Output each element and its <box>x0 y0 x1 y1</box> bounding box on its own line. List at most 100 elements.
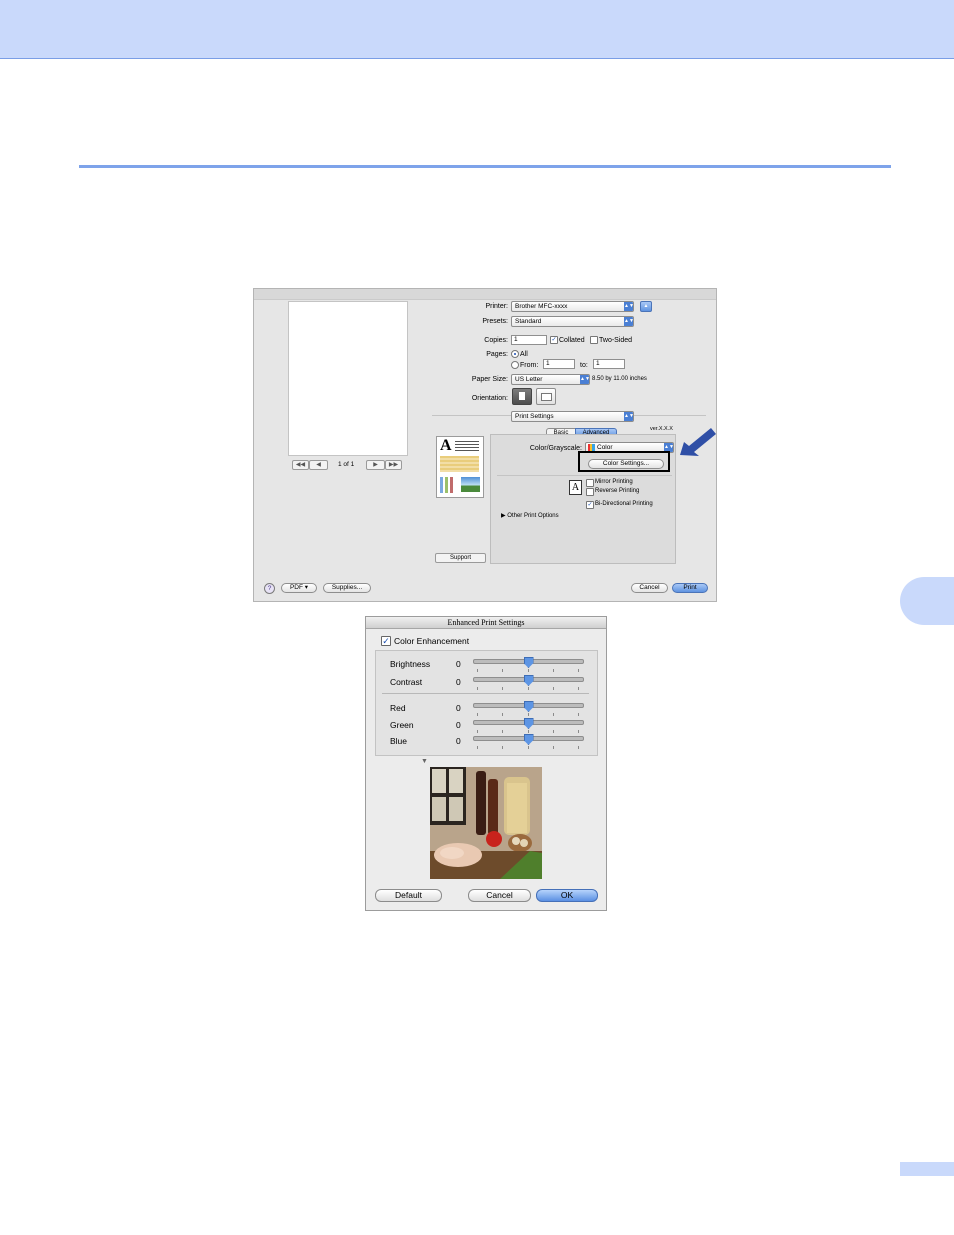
orientation-label: Orientation: <box>471 395 508 402</box>
supplies-button[interactable]: Supplies... <box>323 583 371 593</box>
copies-field[interactable]: 1 <box>511 335 547 345</box>
slider-tick <box>477 669 478 672</box>
portrait-page-icon <box>519 392 525 400</box>
presets-value: Standard <box>515 318 542 325</box>
portrait-orientation-button[interactable] <box>512 388 532 405</box>
slider-tick <box>477 746 478 749</box>
document-thumbnail: A <box>436 436 484 498</box>
slider-tick <box>527 713 529 716</box>
collated-label: Collated <box>559 337 585 344</box>
pages-all-radio[interactable] <box>511 350 519 358</box>
slider-value: 0 <box>456 736 461 746</box>
landscape-page-icon <box>541 393 552 401</box>
slider-tick <box>502 746 504 749</box>
default-button[interactable]: Default <box>375 889 442 902</box>
slider-tick <box>477 730 478 733</box>
cancel-button[interactable]: Cancel <box>468 889 531 902</box>
color-enhancement-checkbox[interactable]: ✓ <box>381 636 391 646</box>
pages-label: Pages: <box>486 351 508 358</box>
printer-value: Brother MFC-xxxx <box>515 303 568 310</box>
slider-label: Green <box>390 720 414 730</box>
print-button[interactable]: Print <box>672 583 708 593</box>
slider-tick <box>552 746 554 749</box>
slider-tick <box>578 669 579 672</box>
from-page-field[interactable]: 1 <box>543 359 575 369</box>
slider-value: 0 <box>456 720 461 730</box>
mirror-printing-checkbox[interactable] <box>586 479 594 487</box>
two-sided-label: Two-Sided <box>599 337 633 344</box>
page-header-band <box>0 0 954 59</box>
color-settings-highlight <box>578 451 670 472</box>
color-grayscale-value: Color <box>597 444 613 451</box>
enhanced-print-settings-dialog: Enhanced Print Settings ✓ Color Enhancem… <box>365 616 607 911</box>
pages-from-label: From: <box>520 362 539 369</box>
slider-tick <box>552 669 554 672</box>
slider-value: 0 <box>456 659 461 669</box>
mirror-printing-label: Mirror Printing <box>595 479 633 485</box>
dialog-title-strip <box>254 289 716 300</box>
slider-tick <box>552 730 554 733</box>
color-swatch-icon <box>588 444 595 451</box>
slider-tick <box>578 730 579 733</box>
paper-size-value: US Letter <box>515 376 543 383</box>
slider-tick <box>578 713 579 716</box>
presets-label: Presets: <box>482 318 508 325</box>
panel-divider <box>497 475 672 476</box>
triangle-up-icon: ▲ <box>643 303 649 309</box>
landscape-photo-icon <box>461 477 480 492</box>
sample-preview-image <box>430 767 542 879</box>
printer-popup[interactable]: Brother MFC-xxxx ▲▼ <box>511 301 634 312</box>
print-dialog: ◀◀ ◀ 1 of 1 ▶ ▶▶ Printer: Brother MFC-xx… <box>253 288 717 602</box>
two-sided-checkbox[interactable] <box>590 336 598 344</box>
slider-tick <box>527 669 529 672</box>
disclosure-toggle-button[interactable]: ▲ <box>640 301 652 312</box>
first-page-button[interactable]: ◀◀ <box>292 460 309 470</box>
print-settings-value: Print Settings <box>515 413 554 420</box>
group-divider <box>382 693 589 694</box>
collapse-triangle-icon[interactable]: ▼ <box>421 758 428 765</box>
slider-tick <box>527 687 529 690</box>
bi-directional-checkbox[interactable]: ✓ <box>586 501 594 509</box>
popup-arrows-icon: ▲▼ <box>624 412 634 421</box>
slider-label: Red <box>390 703 406 713</box>
slider-value: 0 <box>456 677 461 687</box>
popup-arrows-icon: ▲▼ <box>580 375 590 384</box>
slider-tick <box>552 713 554 716</box>
slider-tick <box>502 730 504 733</box>
slider-tick <box>527 746 529 749</box>
pages-from-radio[interactable] <box>511 361 519 369</box>
paper-size-popup[interactable]: US Letter ▲▼ <box>511 374 590 385</box>
version-label: ver.X.X.X <box>650 426 673 432</box>
slider-tick <box>578 746 579 749</box>
print-preview <box>288 301 408 456</box>
ok-button[interactable]: OK <box>536 889 598 902</box>
to-page-field[interactable]: 1 <box>593 359 625 369</box>
landscape-orientation-button[interactable] <box>536 388 556 405</box>
pdf-button[interactable]: PDF ▾ <box>281 583 317 593</box>
slider-tick <box>502 669 504 672</box>
other-print-options-disclosure[interactable]: ▶ Other Print Options <box>501 512 559 521</box>
presets-popup[interactable]: Standard ▲▼ <box>511 316 634 327</box>
last-page-button[interactable]: ▶▶ <box>385 460 402 470</box>
pages-to-label: to: <box>580 362 588 369</box>
slider-label: Blue <box>390 736 408 746</box>
section-rule <box>79 165 891 168</box>
next-page-button[interactable]: ▶ <box>366 460 385 470</box>
collated-checkbox[interactable]: ✓ <box>550 336 558 344</box>
color-grayscale-label: Color/Grayscale: <box>529 445 582 452</box>
pointer-arrow-icon <box>680 428 716 456</box>
print-settings-popup[interactable]: Print Settings ▲▼ <box>511 411 634 422</box>
chapter-tab <box>900 577 954 625</box>
cancel-button[interactable]: Cancel <box>631 583 668 593</box>
bar-chart-icon <box>440 477 458 493</box>
bi-directional-label: Bi-Directional Printing <box>595 501 653 507</box>
previous-page-button[interactable]: ◀ <box>309 460 328 470</box>
paper-size-label: Paper Size: <box>471 376 508 383</box>
slider-label: Contrast <box>390 677 423 687</box>
help-button[interactable]: ? <box>264 583 275 594</box>
page-number-tab <box>900 1162 954 1176</box>
reverse-printing-checkbox[interactable] <box>586 488 594 496</box>
support-button[interactable]: Support <box>435 553 486 563</box>
slider-tick <box>578 687 579 690</box>
printer-label: Printer: <box>485 303 508 310</box>
